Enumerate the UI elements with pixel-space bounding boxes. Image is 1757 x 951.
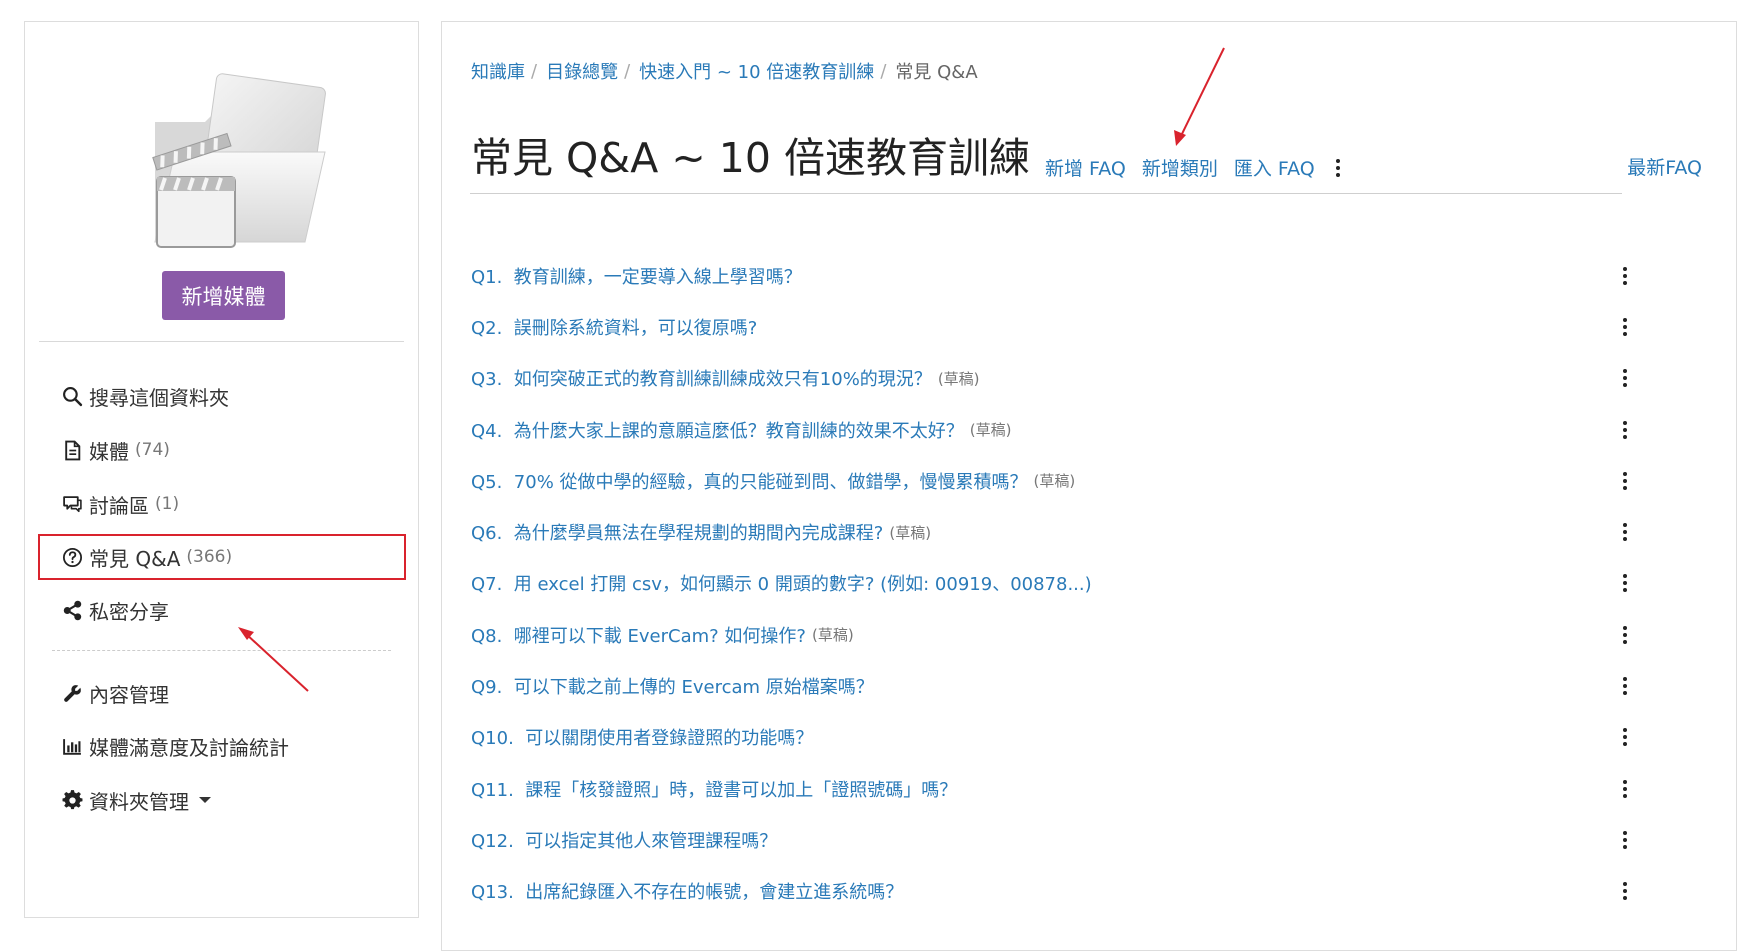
faq-item: Q5. 70% 從做中學的經驗，真的只能碰到問、做錯學，慢慢累積嗎？ (草稿) xyxy=(471,455,1634,506)
faq-menu-icon[interactable] xyxy=(1618,521,1632,543)
faq-item: Q11. 課程「核發證照」時，證書可以加上「證照號碼」嗎？ xyxy=(471,763,1634,814)
chevron-down-icon xyxy=(199,797,211,803)
sidebar-item-discussion[interactable]: 討論區 (1) xyxy=(38,481,406,527)
faq-link[interactable]: Q9. 可以下載之前上傳的 Evercam 原始檔案嗎？ xyxy=(471,673,874,699)
document-icon xyxy=(61,439,83,461)
media-count: (74) xyxy=(135,440,170,460)
discussion-count: (1) xyxy=(155,494,180,514)
faq-item: Q3. 如何突破正式的教育訓練訓練成效只有10%的現況？ (草稿) xyxy=(471,353,1634,404)
faq-item: Q7. 用 excel 打開 csv，如何顯示 0 開頭的數字? (例如: 00… xyxy=(471,558,1634,609)
sidebar-item-label: 媒體滿意度及討論統計 xyxy=(89,735,289,760)
faq-link[interactable]: Q10. 可以關閉使用者登錄證照的功能嗎？ xyxy=(471,724,813,750)
search-icon xyxy=(61,385,83,407)
page-title: 常見 Q&A ~ 10 倍速教育訓練 xyxy=(471,134,1030,182)
faq-menu-icon[interactable] xyxy=(1618,624,1632,646)
draft-badge: (草稿) xyxy=(1033,472,1076,491)
add-category-link[interactable]: 新增類別 xyxy=(1142,154,1218,181)
faq-menu-icon[interactable] xyxy=(1618,316,1632,338)
faq-link[interactable]: Q3. 如何突破正式的教育訓練訓練成效只有10%的現況？ xyxy=(471,365,932,391)
title-divider xyxy=(470,193,1622,194)
sidebar-item-label: 資料夾管理 xyxy=(89,789,189,814)
faq-menu-icon[interactable] xyxy=(1618,572,1632,594)
add-faq-link[interactable]: 新增 FAQ xyxy=(1045,154,1126,181)
sidebar-item-label: 常見 Q&A xyxy=(89,546,181,571)
sidebar: 新增媒體 搜尋這個資料夾 媒體 (74) 討論區 (1) 常見 Q&A (366… xyxy=(24,21,419,918)
sidebar-item-private-share[interactable]: 私密分享 xyxy=(38,587,406,633)
sidebar-item-folder-management[interactable]: 資料夾管理 xyxy=(38,777,406,823)
folder-media-thumbnail xyxy=(135,52,345,252)
sidebar-item-search-folder[interactable]: 搜尋這個資料夾 xyxy=(38,373,406,419)
faq-link[interactable]: Q2. 誤刪除系統資料，可以復原嗎? xyxy=(471,314,757,340)
question-circle-icon xyxy=(61,546,83,568)
breadcrumb-current: 常見 Q&A xyxy=(895,62,978,83)
more-actions-icon[interactable] xyxy=(1331,157,1345,179)
gear-icon xyxy=(61,789,83,811)
faq-link[interactable]: Q7. 用 excel 打開 csv，如何顯示 0 開頭的數字? (例如: 00… xyxy=(471,570,1092,596)
faq-menu-icon[interactable] xyxy=(1618,880,1632,902)
breadcrumb: 知識庫 / 目錄總覽 / 快速入門 ~ 10 倍速教育訓練 / 常見 Q&A xyxy=(471,58,978,84)
faq-link[interactable]: Q5. 70% 從做中學的經驗，真的只能碰到問、做錯學，慢慢累積嗎？ xyxy=(471,468,1028,494)
share-icon xyxy=(61,599,83,621)
breadcrumb-separator: / xyxy=(531,60,538,82)
faq-item: Q13. 出席紀錄匯入不存在的帳號，會建立進系統嗎？ xyxy=(471,866,1634,917)
faq-link[interactable]: Q8. 哪裡可以下載 EverCam? 如何操作? xyxy=(471,622,806,648)
sidebar-item-label: 搜尋這個資料夾 xyxy=(89,385,229,410)
sidebar-divider xyxy=(39,341,404,342)
faq-item: Q12. 可以指定其他人來管理課程嗎？ xyxy=(471,814,1634,865)
sidebar-item-faq[interactable]: 常見 Q&A (366) xyxy=(38,534,406,580)
sidebar-item-label: 媒體 xyxy=(89,439,129,464)
sidebar-item-label: 內容管理 xyxy=(89,682,169,707)
breadcrumb-knowledge-base[interactable]: 知識庫 xyxy=(471,58,525,84)
faq-item: Q1. 教育訓練，一定要導入線上學習嗎？ xyxy=(471,250,1634,301)
faq-menu-icon[interactable] xyxy=(1618,367,1632,389)
faq-menu-icon[interactable] xyxy=(1618,778,1632,800)
faq-menu-icon[interactable] xyxy=(1618,675,1632,697)
breadcrumb-course[interactable]: 快速入門 ~ 10 倍速教育訓練 xyxy=(639,58,874,84)
faq-link[interactable]: Q12. 可以指定其他人來管理課程嗎？ xyxy=(471,827,777,853)
sidebar-item-label: 私密分享 xyxy=(89,599,169,624)
faq-link[interactable]: Q1. 教育訓練，一定要導入線上學習嗎？ xyxy=(471,263,802,289)
draft-badge: (草稿) xyxy=(811,626,854,645)
faq-menu-icon[interactable] xyxy=(1618,829,1632,851)
sidebar-divider-dashed xyxy=(52,650,391,651)
draft-badge: (草稿) xyxy=(969,421,1012,440)
faq-item: Q6. 為什麼學員無法在學程規劃的期間內完成課程? (草稿) xyxy=(471,506,1634,557)
faq-link[interactable]: Q6. 為什麼學員無法在學程規劃的期間內完成課程? xyxy=(471,519,883,545)
import-faq-link[interactable]: 匯入 FAQ xyxy=(1234,154,1315,181)
breadcrumb-catalog[interactable]: 目錄總覽 xyxy=(546,58,618,84)
main-panel: 知識庫 / 目錄總覽 / 快速入門 ~ 10 倍速教育訓練 / 常見 Q&A 常… xyxy=(441,21,1737,951)
faq-item: Q2. 誤刪除系統資料，可以復原嗎? xyxy=(471,301,1634,352)
faq-link[interactable]: Q13. 出席紀錄匯入不存在的帳號，會建立進系統嗎？ xyxy=(471,878,903,904)
faq-count: (366) xyxy=(186,547,233,567)
breadcrumb-separator: / xyxy=(880,60,887,82)
faq-link[interactable]: Q4. 為什麼大家上課的意願這麼低？教育訓練的效果不太好？ xyxy=(471,417,964,443)
comments-icon xyxy=(61,493,83,515)
faq-menu-icon[interactable] xyxy=(1618,470,1632,492)
add-media-button[interactable]: 新增媒體 xyxy=(162,271,285,320)
wrench-icon xyxy=(61,682,83,704)
faq-item: Q4. 為什麼大家上課的意願這麼低？教育訓練的效果不太好？ (草稿) xyxy=(471,404,1634,455)
faq-menu-icon[interactable] xyxy=(1618,419,1632,441)
faq-list: Q1. 教育訓練，一定要導入線上學習嗎？ Q2. 誤刪除系統資料，可以復原嗎? … xyxy=(471,250,1634,917)
draft-badge: (草稿) xyxy=(937,369,980,388)
title-actions: 新增 FAQ 新增類別 匯入 FAQ xyxy=(1045,154,1345,181)
sidebar-item-statistics[interactable]: 媒體滿意度及討論統計 xyxy=(38,723,406,769)
faq-item: Q8. 哪裡可以下載 EverCam? 如何操作? (草稿) xyxy=(471,609,1634,660)
draft-badge: (草稿) xyxy=(889,523,932,542)
faq-item: Q10. 可以關閉使用者登錄證照的功能嗎？ xyxy=(471,712,1634,763)
faq-menu-icon[interactable] xyxy=(1618,726,1632,748)
faq-link[interactable]: Q11. 課程「核發證照」時，證書可以加上「證照號碼」嗎？ xyxy=(471,776,957,802)
faq-menu-icon[interactable] xyxy=(1618,265,1632,287)
breadcrumb-separator: / xyxy=(624,60,631,82)
sidebar-item-media[interactable]: 媒體 (74) xyxy=(38,427,406,473)
latest-faq-link[interactable]: 最新FAQ xyxy=(1627,153,1702,180)
faq-item: Q9. 可以下載之前上傳的 Evercam 原始檔案嗎？ xyxy=(471,660,1634,711)
sidebar-item-content-management[interactable]: 內容管理 xyxy=(38,670,406,716)
bar-chart-icon xyxy=(61,735,83,757)
sidebar-item-label: 討論區 xyxy=(89,493,149,518)
